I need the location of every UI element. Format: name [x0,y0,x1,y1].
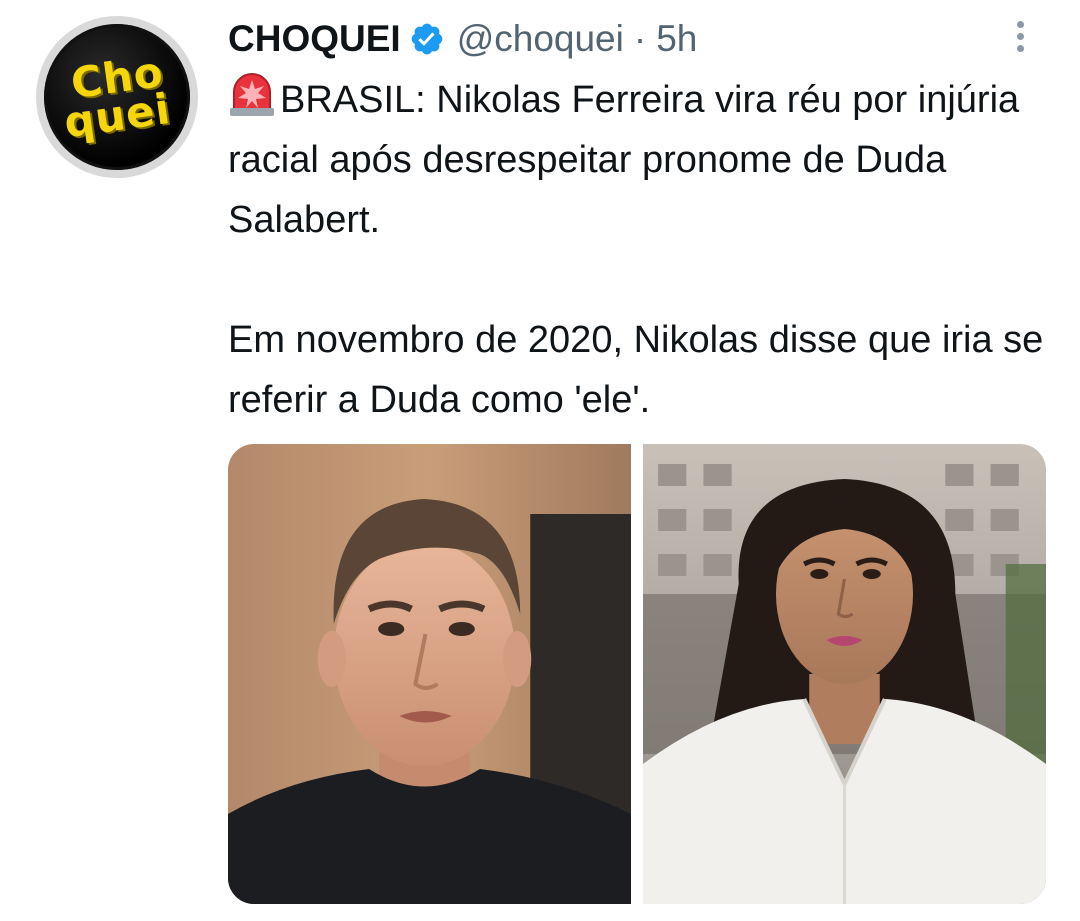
avatar-logo-line2: quei [60,83,174,148]
verified-badge-icon [409,21,445,57]
tweet-timestamp[interactable]: 5h [656,18,697,60]
tweet-paragraph-1: BRASIL: Nikolas Ferreira vira réu por in… [228,70,1048,250]
author-handle[interactable]: @choquei [457,18,624,60]
tweet-paragraph-1-text: BRASIL: Nikolas Ferreira vira réu por in… [228,79,1020,241]
photo-nikolas-ferreira[interactable] [228,444,631,904]
tweet[interactable]: Cho quei CHOQUEI @choquei · 5h BRASIL: N… [0,0,1080,921]
tweet-paragraph-2: Em novembro de 2020, Nikolas disse que i… [228,319,1044,421]
photo-duda-salabert[interactable] [643,444,1046,904]
author-avatar[interactable]: Cho quei [36,16,198,178]
rotating-light-icon [228,72,276,118]
more-options-icon[interactable] [1006,12,1034,60]
tweet-header: CHOQUEI @choquei · 5h [228,14,697,64]
tweet-text: BRASIL: Nikolas Ferreira vira réu por in… [228,70,1048,430]
avatar-logo: Cho quei [44,24,190,170]
tweet-media[interactable] [228,444,1046,904]
author-display-name[interactable]: CHOQUEI [228,18,401,60]
separator-dot: · [633,18,647,59]
